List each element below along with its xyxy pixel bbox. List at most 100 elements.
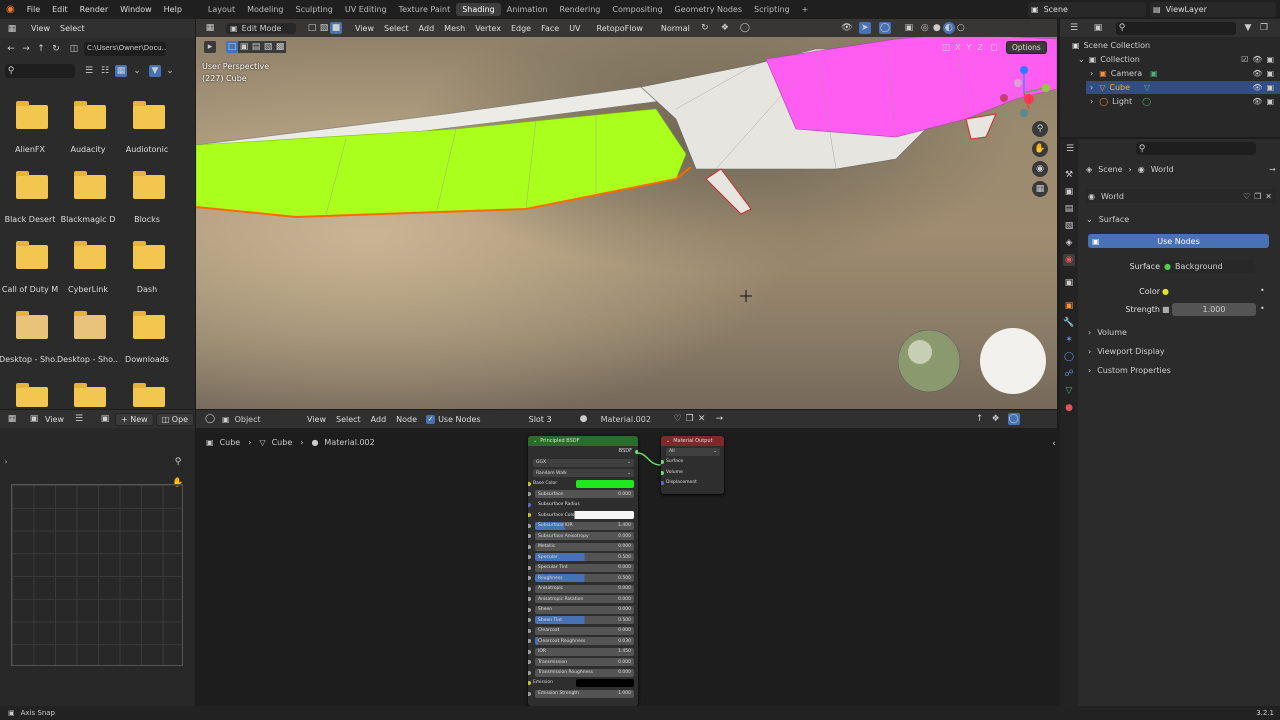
input-socket[interactable] [528, 492, 531, 496]
emission-socket[interactable] [528, 681, 531, 685]
slot-dropdown[interactable]: Slot 3 [524, 415, 574, 424]
base-color-swatch[interactable] [576, 479, 634, 488]
tab-modeling[interactable]: Modeling [241, 3, 289, 16]
input-field[interactable]: Subsurface IOR 1.400 [535, 521, 634, 530]
options-dropdown[interactable]: Options [1005, 41, 1047, 54]
input-field[interactable]: Subsurface Radius [535, 500, 634, 509]
retopoflow-menu[interactable]: RetopoFlow [592, 24, 648, 33]
use-nodes-button[interactable]: ▣ Use Nodes [1088, 234, 1269, 248]
tab-scripting[interactable]: Scripting [748, 3, 796, 16]
list-view-icon[interactable]: ☰ [83, 65, 95, 77]
menu-view[interactable]: View [40, 415, 69, 424]
folder-label[interactable]: Black Desert [0, 215, 61, 224]
collection-tab-icon[interactable]: ▣ [1063, 277, 1075, 289]
input-socket[interactable] [528, 649, 531, 654]
emission-strength-socket[interactable] [528, 691, 531, 696]
viewport-3d[interactable]: ▦ ▣ Edit Mode □ ▧ ■ View Select Add Mesh… [196, 19, 1057, 409]
gizmo-icon[interactable]: ➤ [858, 22, 871, 34]
input-socket[interactable] [528, 586, 531, 591]
data-tab-icon[interactable]: ▽ [1063, 385, 1075, 397]
world-selector[interactable]: ◉ World ♡ ❐ ✕ [1086, 189, 1276, 203]
menu-help[interactable]: Help [158, 5, 188, 14]
input-socket[interactable] [528, 670, 531, 675]
material-tab-icon[interactable]: ● [1063, 402, 1075, 414]
mirror-icon[interactable]: ◫ [940, 42, 952, 54]
thumbnail-view-icon[interactable]: ▦ [115, 65, 127, 77]
keyframe-dot-icon[interactable]: • [1260, 304, 1265, 313]
menu-edge[interactable]: Edge [506, 24, 536, 33]
auto-merge-icon[interactable]: ◻ [988, 42, 1000, 54]
input-socket[interactable] [528, 555, 531, 559]
view-layer-tab-icon[interactable]: ▧ [1063, 220, 1075, 232]
tab-animation[interactable]: Animation [501, 3, 554, 16]
image-browse-icon[interactable]: ▣ [99, 413, 111, 425]
input-field[interactable]: Clearcoat 0.000 [535, 626, 634, 635]
axis-y-toggle[interactable]: Y [963, 43, 974, 52]
input-socket[interactable] [528, 565, 531, 570]
tool-tab-icon[interactable]: ⚒ [1063, 169, 1075, 181]
menu-render[interactable]: Render [74, 5, 114, 14]
input-field[interactable]: Roughness 0.500 [535, 574, 634, 582]
visibility-icon[interactable]: 👁 [841, 22, 853, 34]
displacement-socket[interactable] [661, 481, 664, 485]
menu-view[interactable]: View [350, 24, 379, 33]
folder-icon[interactable] [133, 311, 165, 339]
folder-label[interactable]: Dash [116, 285, 178, 294]
output-tab-icon[interactable]: ▤ [1063, 203, 1075, 215]
folder-icon[interactable] [16, 311, 48, 339]
emission-strength-field[interactable]: Emission Strength 1.000 [535, 689, 634, 698]
overlay-icon[interactable]: ◯ [878, 22, 891, 34]
menu-node[interactable]: Node [391, 415, 422, 424]
folder-label[interactable]: Audacity [57, 145, 119, 154]
forward-icon[interactable]: → [20, 43, 32, 55]
outliner-item-cube[interactable]: › ▽ Cube ▽ 👁 ▣ [1086, 81, 1280, 94]
folder-icon[interactable] [74, 101, 106, 129]
expand-icon[interactable]: ⌄ [1078, 55, 1085, 64]
navigation-gizmo[interactable] [994, 63, 1054, 123]
shader-type-dropdown[interactable]: ▣ Object [222, 415, 278, 424]
folder-icon[interactable] [16, 241, 48, 269]
tab-uv-editing[interactable]: UV Editing [339, 3, 393, 16]
blender-logo-icon[interactable]: ◉ [0, 4, 21, 15]
input-socket[interactable] [528, 544, 531, 549]
color-swatch[interactable] [1172, 285, 1256, 298]
zoom-icon[interactable]: ⚲ [172, 456, 184, 468]
folder-label[interactable]: AlienFX [0, 145, 61, 154]
new-folder-icon[interactable]: ◫ [68, 43, 80, 55]
folder-icon[interactable] [74, 171, 106, 199]
physics-tab-icon[interactable]: ◯ [1063, 351, 1075, 363]
input-field[interactable]: Sheen 0.000 [535, 605, 634, 614]
folder-label[interactable]: Audiotonic [116, 145, 178, 154]
folder-icon[interactable] [133, 383, 165, 407]
filter-dropdown-icon[interactable]: ⌄ [164, 65, 176, 77]
target-dropdown[interactable]: All ⌄ [666, 447, 720, 456]
folder-label[interactable]: Desktop - Sho... [0, 355, 61, 364]
orientation-dropdown[interactable]: Normal [656, 24, 695, 33]
input-socket[interactable] [528, 628, 531, 633]
eye-icon[interactable]: 👁 [1252, 83, 1262, 92]
mode-dropdown[interactable]: ▣ Edit Mode [226, 22, 296, 34]
surface-socket[interactable] [661, 460, 664, 464]
vertex-select-icon[interactable]: □ [306, 22, 318, 34]
select-subtract-icon[interactable]: ▤ [250, 41, 262, 53]
overlay-icon[interactable]: ◯ [1007, 413, 1020, 425]
tab-sculpting[interactable]: Sculpting [290, 3, 339, 16]
outliner-scene-collection[interactable]: ▣ Scene Collection [1072, 41, 1150, 50]
close-icon[interactable]: ✕ [1265, 192, 1272, 201]
tab-geometry-nodes[interactable]: Geometry Nodes [669, 3, 748, 16]
material-output-node[interactable]: ⌄ Material Output All ⌄ Surface Volume Di… [661, 436, 724, 494]
menu-uv[interactable]: UV [564, 24, 585, 33]
input-socket[interactable] [528, 523, 531, 528]
select-extend-icon[interactable]: ▣ [238, 41, 250, 53]
input-socket[interactable] [528, 607, 531, 612]
base-color-socket[interactable] [528, 481, 531, 486]
pin-icon[interactable]: ➙ [1269, 165, 1276, 174]
zoom-icon[interactable]: ⚲ [1032, 121, 1048, 137]
surface-shader-dropdown[interactable]: ● Background [1160, 260, 1255, 273]
input-field[interactable]: Metallic 0.000 [535, 542, 634, 551]
outliner-item-light[interactable]: › ◯ Light ◯ 👁 ▣ [1090, 97, 1274, 106]
new-collection-icon[interactable]: ❐ [1258, 22, 1270, 34]
tool-cursor-icon[interactable]: ▸ [204, 41, 216, 53]
camera-render-icon[interactable]: ▣ [1266, 55, 1274, 64]
filter-icon[interactable]: ▼ [149, 65, 161, 77]
